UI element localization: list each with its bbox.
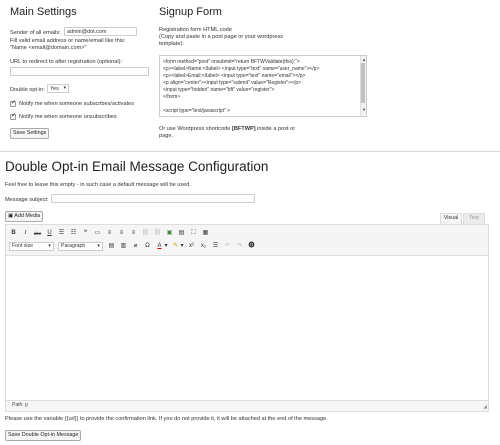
form-code-textarea[interactable]: <form method="post" onsubmit="return BFT… [159,55,367,117]
sender-input[interactable]: admin@dot.com [64,27,137,36]
shortcode-post: inside a post or [257,126,296,132]
scroll-up-icon[interactable]: ▲ [362,56,366,63]
spellcheck-icon[interactable]: ▤ [177,229,186,238]
superscript-icon[interactable]: x² [187,242,196,251]
rich-text-editor: B I abc U ☰ ☷ ❝ ▭ ≡ ≡ ≡ ⛓ ⛓ ▣ ▤ ⛶ ▦ Font… [5,224,489,412]
code-line: <input type="hidden" name="bft" value="r… [163,87,275,93]
italic-icon[interactable]: I [21,229,30,238]
special-character-icon[interactable]: Ω [143,242,152,251]
scroll-down-icon[interactable]: ▼ [362,106,366,113]
editor-content-area[interactable] [6,255,488,401]
insert-more-icon[interactable]: ▣ [165,229,174,238]
redirect-label: URL to redirect to after registration (o… [10,59,123,65]
chevron-down-icon[interactable]: ▾ [180,242,184,251]
font-size-select[interactable]: Font size ▾ [9,242,54,251]
sender-hint-line2: "Name <email@domain.com>" [10,45,87,51]
save-settings-button[interactable]: Save Settings [10,128,50,139]
chevron-down-icon[interactable]: ▾ [164,242,168,251]
underline-icon[interactable]: U [45,229,54,238]
main-settings-title: Main Settings [10,6,77,18]
chevron-down-icon: ▾ [97,243,100,249]
align-center-icon[interactable]: ≡ [117,229,126,238]
subject-label: Message subject: [5,197,49,203]
blockquote-icon[interactable]: ❝ [81,229,90,238]
notify-subscribe-label: Notify me when someone subscribes/activa… [19,101,135,107]
code-line: <form method="post" onsubmit="return BFT… [163,59,300,65]
editor-path: Path: p [12,402,28,408]
align-right-icon[interactable]: ≡ [129,229,138,238]
add-media-label: Add Media [14,213,41,219]
help-icon[interactable]: ⓿ [247,242,256,251]
code-line: <p><label>Name:</label> <input type="tex… [163,66,320,72]
scroll-thumb[interactable] [361,63,365,103]
code-hint-line1: (Copy and paste in a post page or your w… [159,34,284,40]
text-color-icon[interactable]: A [155,242,164,251]
tab-visual[interactable]: Visual [440,213,462,224]
sender-hint-line1: Fill valid email address or name/email l… [10,38,126,44]
notify-unsubscribe-checkbox[interactable] [10,112,16,120]
add-media-button[interactable]: ▣ Add Media [5,211,44,222]
double-optin-label: Double opt-in: [10,87,45,93]
code-line: </form> [163,94,181,100]
subscript-icon[interactable]: x₂ [199,242,208,251]
numbered-list-icon[interactable]: ☷ [69,229,78,238]
paste-word-icon[interactable]: ▥ [119,242,128,251]
shortcode-hint: Or use Wordpress shortcode [BFTWP] insid… [159,126,295,133]
redirect-url-input[interactable] [10,67,149,76]
sender-label: Sender of all emails: [10,30,61,36]
subject-input[interactable] [51,194,255,203]
chevron-down-icon: ▾ [48,243,51,249]
paragraph-select[interactable]: Paragraph ▾ [58,242,103,251]
notify-subscribe-checkbox[interactable] [10,99,16,107]
double-optin-select[interactable]: Yes ▾ [47,84,69,93]
save-optin-button[interactable]: Save Double Opt-in Message [5,430,82,441]
code-line: <script type="text/javascript" > [163,108,231,114]
strikethrough-icon[interactable]: abc [33,229,42,238]
media-icon: ▣ [8,213,14,219]
resize-handle-icon[interactable]: ◢ [483,404,487,410]
justify-icon[interactable]: ☰ [211,242,220,251]
unlink-icon[interactable]: ⛓ [153,229,162,238]
redo-icon[interactable]: ↷ [235,242,244,251]
fullscreen-icon[interactable]: ⛶ [189,229,198,238]
highlight-color-icon[interactable]: ✎ [171,242,180,251]
section-divider [0,151,500,152]
code-hint-line2: template): [159,41,184,47]
bullet-list-icon[interactable]: ☰ [57,229,66,238]
code-label: Registration form HTML code [159,27,232,33]
code-line: <p align="center"><input type="submit" v… [163,80,302,86]
shortcode-value: [BFTWP] [231,126,256,132]
shortcode-pre: Or use Wordpress shortcode [159,126,231,132]
code-line: <p><label>Email:</label> <input type="te… [163,73,306,79]
toolbar-toggle-icon[interactable]: ▦ [201,229,210,238]
paragraph-label: Paragraph [61,243,86,249]
shortcode-line2: page. [159,133,173,139]
font-size-label: Font size [12,243,34,249]
editor-toolbar-row-2: Font size ▾ Paragraph ▾ ▤ ▥ ⌀ Ω A ▾ ✎ ▾ … [9,241,259,252]
code-scrollbar[interactable]: ▲ ▼ [360,56,366,116]
editor-toolbar-row-1: B I abc U ☰ ☷ ❝ ▭ ≡ ≡ ≡ ⛓ ⛓ ▣ ▤ ⛶ ▦ [9,228,213,239]
footer-note: Please use the variable {{url}} to provi… [5,416,328,422]
clear-formatting-icon[interactable]: ⌀ [131,242,140,251]
link-icon[interactable]: ⛓ [141,229,150,238]
double-optin-value: Yes [50,86,59,92]
paste-text-icon[interactable]: ▤ [107,242,116,251]
chevron-down-icon: ▾ [63,85,66,91]
optin-note: Feel free to leave this empty - in such … [5,182,191,188]
optin-title: Double Opt-in Email Message Configuratio… [5,159,269,174]
bold-icon[interactable]: B [9,229,18,238]
align-left-icon[interactable]: ≡ [105,229,114,238]
signup-form-title: Signup Form [159,6,222,18]
horizontal-line-icon[interactable]: ▭ [93,229,102,238]
tab-text[interactable]: Text [463,213,485,224]
notify-unsubscribe-label: Notify me when someone unsubscribes [19,114,117,120]
undo-icon[interactable]: ↶ [223,242,232,251]
